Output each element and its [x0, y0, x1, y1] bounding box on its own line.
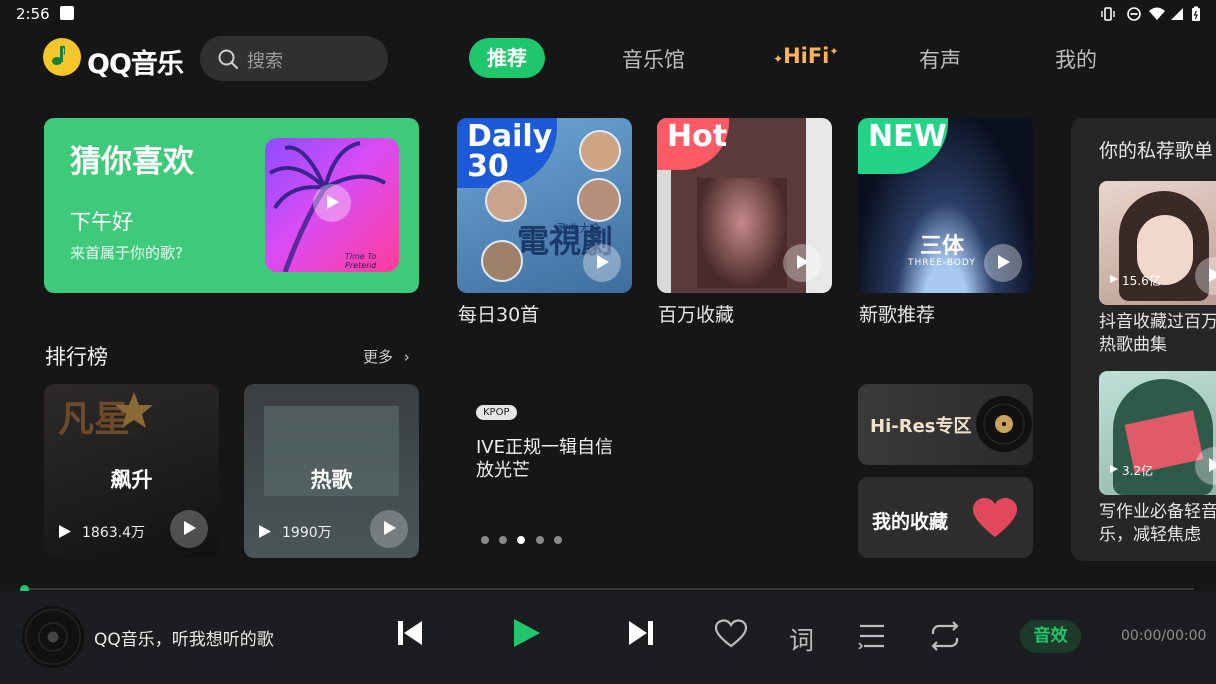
playlist-title[interactable]: 写作业必备轻音乐，减轻焦虑 [1099, 501, 1216, 547]
carousel-dot-active[interactable] [517, 536, 525, 544]
play-icon[interactable] [512, 617, 542, 649]
kpop-banner-text[interactable]: IVE正规一辑自信放光芒 [476, 436, 626, 482]
playlist-cover[interactable]: 3.2亿 [1099, 371, 1216, 495]
artist-avatar [579, 130, 621, 172]
hot-play-button[interactable] [783, 244, 821, 282]
now-playing-text: QQ音乐，听我想听的歌 [94, 630, 274, 650]
chart-card-hot[interactable]: 热歌 1990万 [244, 384, 419, 558]
search-placeholder: 搜索 [247, 51, 283, 72]
my-favorites-card[interactable]: 我的收藏 [858, 477, 1033, 558]
guess-you-like-card[interactable]: 猜你喜欢 下午好 来首属于你的歌? Time To Pretend [44, 118, 419, 293]
chart-name: 飙升 [110, 468, 153, 492]
search-box[interactable]: 搜索 [200, 36, 388, 81]
chevron-right-icon: › [403, 348, 410, 366]
tab-recommend[interactable]: 推荐 [469, 38, 545, 78]
album-label-new[interactable]: 新歌推荐 [859, 300, 935, 327]
charts-more-link[interactable]: 更多 › [363, 346, 410, 367]
album-art-subtext: 歌曲大全 [557, 222, 601, 235]
new-badge: NEW [868, 119, 947, 154]
hires-label: Hi-Res专区 [870, 416, 972, 437]
album-daily30[interactable]: Daily 30 電視劇 歌曲大全 [457, 118, 632, 293]
playlist-plays: 3.2亿 [1122, 464, 1154, 478]
qq-music-logo[interactable] [43, 38, 81, 76]
chart-play-count: 1990万 [282, 525, 332, 541]
music-note-icon [52, 45, 65, 65]
album-art-subtext: THREE-BODY [908, 258, 976, 268]
charts-title: 排行榜 [45, 345, 108, 369]
hot-badge: Hot [667, 119, 728, 154]
chart-card-rising[interactable]: 凡星 飙升 1863.4万 [44, 384, 219, 558]
chart-name: 热歌 [310, 468, 353, 492]
carousel-dot[interactable] [536, 536, 544, 544]
playlist-icon[interactable] [858, 623, 886, 649]
vibrate-icon [1101, 7, 1115, 21]
tab-audio[interactable]: 有声 [919, 44, 961, 74]
hires-zone-card[interactable]: Hi-Res专区 [858, 384, 1033, 465]
progress-track[interactable] [24, 588, 1194, 590]
tab-hifi-label: HiFi [783, 44, 830, 68]
favorites-label: 我的收藏 [872, 511, 949, 533]
tab-mine[interactable]: 我的 [1055, 44, 1097, 74]
play-count-icon [59, 525, 71, 538]
guess-play-button[interactable] [313, 184, 351, 222]
lyrics-icon[interactable]: 词 [789, 621, 814, 657]
chart-play-count: 1863.4万 [82, 525, 145, 541]
wifi-icon [1149, 7, 1165, 20]
dnd-icon [1127, 7, 1141, 21]
album-hot[interactable]: Hot [657, 118, 832, 293]
search-icon [218, 49, 238, 69]
private-playlists-panel: 你的私荐歌单 15.6亿 抖音收藏过百万最热歌曲集 3.2亿 写作业必备轻音乐，… [1071, 118, 1216, 561]
status-bar: 2:56 [0, 0, 1216, 28]
tab-hifi[interactable]: ✦HiFi✦ [773, 44, 839, 68]
guess-album-art: Time To Pretend [265, 138, 399, 272]
player-bar: QQ音乐，听我想听的歌 词 音效 00:00/00:00 [0, 591, 1216, 684]
kpop-tag: KPOP [476, 405, 517, 420]
daily-badge-line1: Daily [467, 119, 553, 154]
album-art-text: 三体 [920, 234, 965, 259]
playlist-plays: 15.6亿 [1122, 274, 1161, 288]
play-count-icon [1110, 275, 1118, 283]
chart-play-button[interactable] [170, 510, 208, 548]
album-label-hot[interactable]: 百万收藏 [658, 300, 734, 327]
playlist-title[interactable]: 抖音收藏过百万最热歌曲集 [1099, 311, 1216, 357]
repeat-icon[interactable] [927, 621, 963, 651]
like-heart-icon[interactable] [714, 619, 748, 649]
playlist-cover[interactable]: 15.6亿 [1099, 181, 1216, 305]
star-icon [115, 392, 153, 428]
carousel-dot[interactable] [499, 536, 507, 544]
sound-effect-button[interactable]: 音效 [1020, 620, 1081, 653]
battery-icon [1192, 6, 1200, 21]
play-count-icon [259, 525, 271, 538]
carousel-dot[interactable] [554, 536, 562, 544]
previous-icon[interactable] [397, 619, 423, 647]
carousel-dot[interactable] [481, 536, 489, 544]
heart-icon [973, 498, 1017, 537]
now-playing-disc[interactable] [22, 606, 84, 668]
album-new[interactable]: NEW 三体 THREE-BODY [858, 118, 1033, 293]
vinyl-disc-icon [976, 396, 1032, 452]
private-playlists-title: 你的私荐歌单 [1099, 140, 1214, 162]
guess-subtitle: 来首属于你的歌? [70, 244, 183, 262]
album-label-daily[interactable]: 每日30首 [458, 300, 539, 327]
guess-greeting: 下午好 [70, 210, 133, 234]
tab-music-hall[interactable]: 音乐馆 [622, 44, 685, 74]
status-clock: 2:56 [16, 5, 50, 23]
poster-figures [697, 178, 787, 288]
art-caption: Time To Pretend [345, 252, 377, 270]
next-icon[interactable] [628, 619, 654, 647]
playback-time: 00:00/00:00 [1121, 628, 1207, 644]
play-count-icon [1110, 465, 1118, 473]
daily-badge-line2: 30 [467, 149, 509, 184]
brand-name: QQ音乐 [87, 49, 184, 80]
charts-more-label: 更多 [363, 348, 394, 366]
new-play-button[interactable] [984, 244, 1022, 282]
guess-title: 猜你喜欢 [70, 144, 194, 180]
signal-icon [1171, 8, 1183, 20]
notification-icon [60, 6, 74, 20]
daily-play-button[interactable] [583, 244, 621, 282]
chart-play-button[interactable] [370, 510, 408, 548]
